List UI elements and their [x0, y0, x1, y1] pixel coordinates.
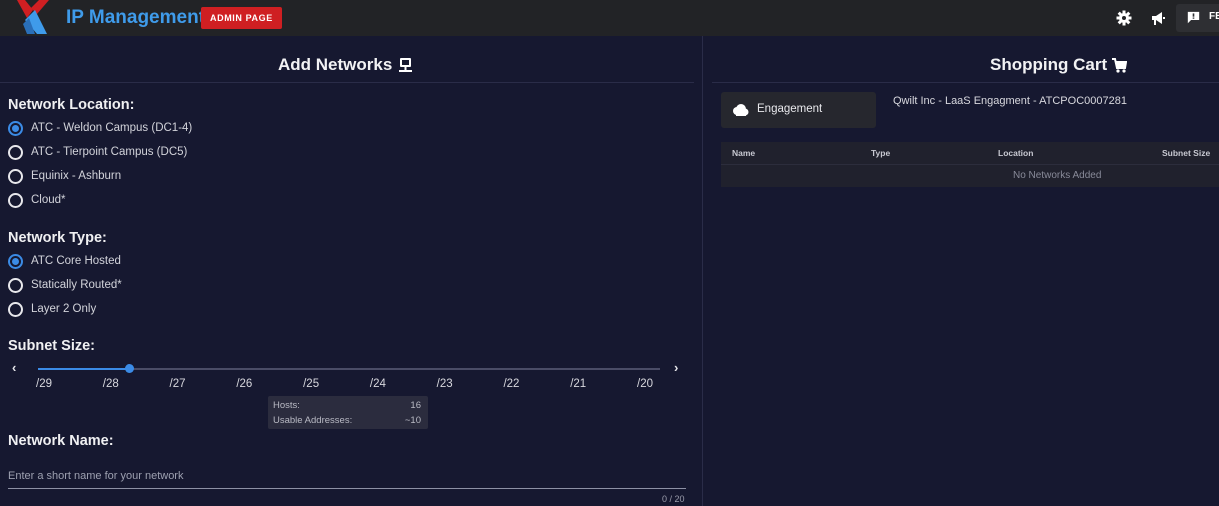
subnet-tick-25[interactable]: /25 [303, 378, 319, 390]
column-header-subnet-size[interactable]: Subnet Size [1162, 148, 1210, 158]
character-counter: 0 / 20 [662, 494, 685, 504]
network-name-input[interactable]: Enter a short name for your network [8, 470, 688, 482]
feedback-label: FE [1209, 11, 1219, 22]
subnet-tick-24[interactable]: /24 [370, 378, 386, 390]
hosts-label: Hosts: [273, 400, 300, 411]
feedback-icon [1187, 11, 1200, 24]
column-header-name[interactable]: Name [732, 148, 755, 158]
network-name-label: Network Name: [8, 433, 114, 449]
engagement-name: Qwilt Inc - LaaS Engagment - ATCPOC00072… [893, 95, 1127, 107]
usable-addresses-label: Usable Addresses: [273, 415, 353, 426]
subnet-tick-27[interactable]: /27 [170, 378, 186, 390]
network-name-underline [8, 488, 686, 489]
subnet-tick-26[interactable]: /26 [236, 378, 252, 390]
subnet-tick-20[interactable]: /20 [637, 378, 653, 390]
top-bar: IP Management ADMIN PAGE FE [0, 0, 1219, 36]
subnet-slider-fill [38, 368, 130, 370]
radio-label: Cloud* [31, 194, 66, 206]
subnet-tick-22[interactable]: /22 [503, 378, 519, 390]
add-networks-title-text: Add Networks [278, 55, 393, 74]
add-networks-rule [0, 82, 694, 83]
chevron-left-icon[interactable]: ‹ [12, 360, 16, 375]
megaphone-icon[interactable] [1150, 10, 1166, 26]
radio-button[interactable] [8, 277, 23, 293]
cloud-icon [733, 104, 749, 116]
radio-button[interactable] [8, 120, 23, 136]
app-title[interactable]: IP Management [66, 7, 205, 29]
hosts-value: 16 [410, 400, 421, 411]
panel-divider [702, 36, 703, 506]
radio-button[interactable] [8, 192, 23, 208]
subnet-slider-thumb[interactable] [125, 364, 135, 373]
engagement-button[interactable]: Engagement [721, 92, 876, 128]
network-location-label: Network Location: [8, 97, 135, 113]
radio-label: ATC Core Hosted [31, 255, 121, 267]
shopping-cart-title-text: Shopping Cart [990, 55, 1108, 74]
radio-label: ATC - Tierpoint Campus (DC5) [31, 146, 188, 158]
radio-button[interactable] [8, 144, 23, 160]
radio-type-layer2[interactable]: Layer 2 Only [8, 299, 96, 319]
radio-button[interactable] [8, 253, 23, 269]
subnet-tick-29[interactable]: /29 [36, 378, 52, 390]
radio-location-weldon[interactable]: ATC - Weldon Campus (DC1-4) [8, 118, 192, 138]
radio-label: Equinix - Ashburn [31, 170, 122, 182]
logo-icon[interactable] [17, 0, 49, 34]
network-icon [399, 58, 412, 72]
radio-label: ATC - Weldon Campus (DC1-4) [31, 122, 193, 134]
radio-button[interactable] [8, 168, 23, 184]
subnet-tick-23[interactable]: /23 [437, 378, 453, 390]
chevron-right-icon[interactable]: › [674, 360, 678, 375]
cart-table-header [721, 142, 1219, 164]
radio-label: Layer 2 Only [31, 303, 97, 315]
network-type-label: Network Type: [8, 230, 107, 246]
add-networks-title: Add Networks [278, 55, 392, 75]
usable-addresses-value: ~10 [404, 415, 421, 426]
radio-button[interactable] [8, 301, 23, 317]
shopping-cart-title: Shopping Cart [990, 55, 1107, 75]
radio-location-tierpoint[interactable]: ATC - Tierpoint Campus (DC5) [8, 142, 187, 162]
subnet-size-label: Subnet Size: [8, 338, 96, 354]
column-header-type[interactable]: Type [871, 148, 890, 158]
engagement-button-label: Engagement [757, 103, 823, 115]
empty-table-message: No Networks Added [1013, 170, 1102, 181]
radio-type-statically-routed[interactable]: Statically Routed* [8, 275, 122, 295]
admin-page-badge[interactable]: ADMIN PAGE [201, 7, 282, 29]
table-row-empty [721, 164, 1219, 187]
gear-icon[interactable] [1116, 10, 1132, 26]
radio-type-core-hosted[interactable]: ATC Core Hosted [8, 251, 121, 271]
subnet-tick-21[interactable]: /21 [570, 378, 586, 390]
radio-location-cloud[interactable]: Cloud* [8, 190, 66, 210]
radio-location-equinix[interactable]: Equinix - Ashburn [8, 166, 121, 186]
subnet-tick-28[interactable]: /28 [103, 378, 119, 390]
cart-icon [1112, 58, 1127, 73]
subnet-tooltip: Hosts: 16 Usable Addresses: ~10 [268, 396, 428, 429]
column-header-location[interactable]: Location [998, 148, 1033, 158]
shopping-cart-rule [712, 82, 1219, 83]
radio-label: Statically Routed* [31, 279, 122, 291]
